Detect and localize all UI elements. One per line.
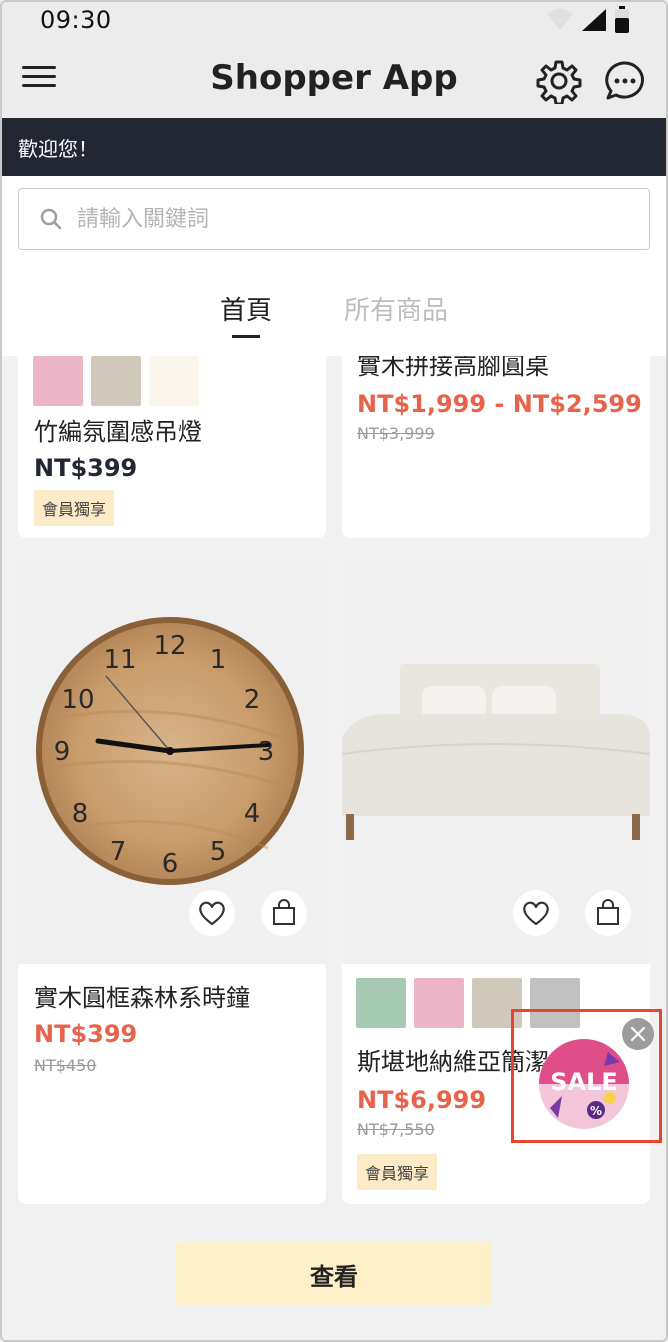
- battery-icon: [615, 6, 629, 33]
- shopping-bag-icon[interactable]: [585, 890, 631, 936]
- percent-icon: %: [590, 1104, 602, 1118]
- clock-numeral: 12: [153, 631, 186, 661]
- app-bar: Shopper App: [2, 38, 666, 118]
- clock-numeral: 1: [210, 645, 227, 675]
- color-swatches: [33, 356, 199, 406]
- product-name: 竹編氛圍感吊燈: [34, 418, 202, 446]
- product-name: 實木圓框森林系時鐘: [34, 984, 250, 1012]
- swatch-pink[interactable]: [414, 978, 464, 1028]
- clock-numeral: 8: [72, 799, 89, 829]
- search-box[interactable]: [18, 188, 650, 250]
- clock-numeral: 5: [210, 837, 227, 867]
- wifi-icon: [547, 9, 573, 30]
- gear-icon[interactable]: [536, 58, 582, 106]
- clock-numeral: 4: [244, 799, 261, 829]
- swatch-beige[interactable]: [91, 356, 141, 406]
- product-card-clock[interactable]: 12 1 2 3 4 5 6 7 8 9 10 11 實木圓框森林系時鐘 NT$…: [18, 558, 326, 1204]
- product-card-round-table[interactable]: 實木拼接高腳圓桌 NT$1,999 - NT$2,599 NT$3,999: [342, 342, 650, 538]
- swatch-pink[interactable]: [33, 356, 83, 406]
- product-price: NT$399: [34, 454, 138, 482]
- search-input[interactable]: [77, 206, 597, 232]
- heart-icon[interactable]: [513, 890, 559, 936]
- cellular-signal-icon: [582, 9, 606, 31]
- search-icon: [40, 208, 62, 230]
- swatch-green[interactable]: [356, 978, 406, 1028]
- product-price: NT$399: [34, 1020, 138, 1048]
- clock-numeral: 7: [110, 837, 127, 867]
- product-old-price: NT$3,999: [357, 424, 435, 443]
- close-icon[interactable]: [622, 1018, 654, 1050]
- welcome-banner: 歡迎您！: [2, 118, 666, 176]
- hamburger-menu-icon[interactable]: [22, 60, 58, 96]
- status-time: 09:30: [40, 6, 112, 34]
- tab-home-sticky[interactable]: 首頁: [220, 290, 272, 338]
- status-icons: [546, 6, 630, 34]
- chat-bubble-icon[interactable]: [602, 58, 648, 104]
- clock-numeral: 11: [103, 645, 136, 675]
- shopping-bag-icon[interactable]: [261, 890, 307, 936]
- sale-text: SALE: [550, 1068, 618, 1096]
- member-badge: 會員獨享: [34, 490, 115, 526]
- clock-numeral: 9: [54, 737, 71, 767]
- status-bar: 09:30: [2, 2, 666, 38]
- welcome-text: 歡迎您！: [18, 136, 98, 161]
- product-price: NT$1,999 - NT$2,599: [357, 390, 642, 418]
- swatch-cream[interactable]: [149, 356, 199, 406]
- product-old-price: NT$450: [34, 1056, 97, 1075]
- view-button[interactable]: 查看: [176, 1242, 492, 1306]
- sale-popup: SALE %: [511, 1009, 662, 1143]
- tab-bar-sticky: 首頁 所有商品: [2, 262, 666, 356]
- clock-numeral: 2: [244, 685, 261, 715]
- member-badge: 會員獨享: [357, 1154, 438, 1190]
- product-old-price: NT$7,550: [357, 1120, 435, 1139]
- product-card-pendant-lamp[interactable]: 竹編氛圍感吊燈 NT$399 會員獨享: [18, 342, 326, 538]
- clock-numeral: 3: [258, 737, 275, 767]
- clock-numeral: 10: [61, 685, 94, 715]
- tab-all-products-sticky[interactable]: 所有商品: [344, 290, 448, 338]
- phone-frame: 09:30 Shopper App 歡迎您！ 請輸入關鍵詞 竹編氛圍感吊燈 NT…: [0, 0, 668, 1342]
- product-price: NT$6,999: [357, 1086, 487, 1114]
- clock-numeral: 6: [162, 849, 179, 879]
- search-section: [2, 176, 666, 262]
- sale-badge[interactable]: SALE %: [538, 1038, 630, 1130]
- heart-icon[interactable]: [189, 890, 235, 936]
